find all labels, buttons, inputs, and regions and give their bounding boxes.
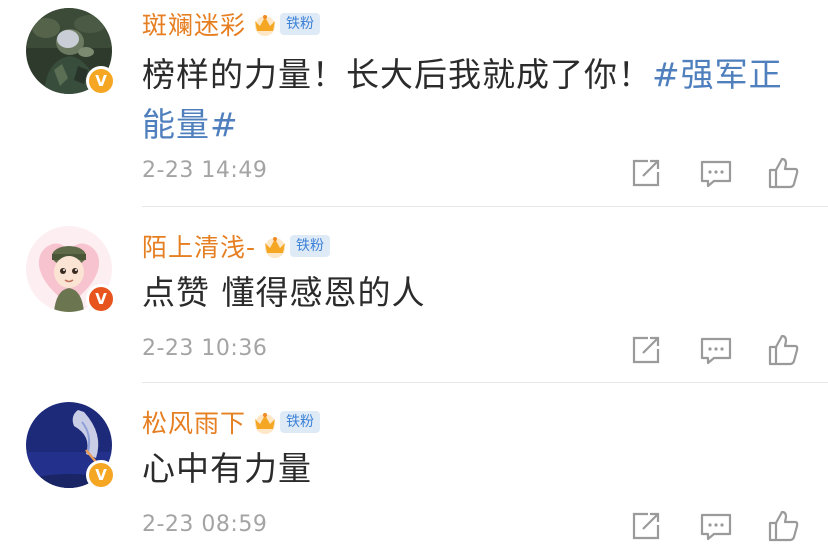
name-row: 斑斓迷彩 铁粉 bbox=[142, 6, 321, 42]
name-row: 陌上清浅- 铁粉 bbox=[142, 228, 331, 264]
like-button[interactable] bbox=[766, 508, 802, 544]
crown-icon bbox=[255, 15, 276, 36]
verified-badge-icon: V bbox=[86, 284, 116, 314]
hashtag-link[interactable]: #强军正 bbox=[652, 55, 783, 94]
comment-button[interactable] bbox=[698, 508, 734, 544]
hashtag-link[interactable]: # bbox=[210, 105, 239, 144]
verified-badge-icon: V bbox=[86, 66, 116, 96]
like-button[interactable] bbox=[766, 155, 802, 191]
timestamp: 2-23 08:59 bbox=[142, 512, 268, 537]
divider bbox=[142, 206, 828, 207]
hashtag-link[interactable]: 能量 bbox=[142, 105, 210, 144]
like-icon bbox=[768, 510, 799, 542]
username[interactable]: 松风雨下 bbox=[142, 404, 246, 440]
comment-text: 榜样的力量！长大后我就成了你！#强军正 能量# bbox=[142, 55, 783, 144]
timestamp: 2-23 14:49 bbox=[142, 158, 268, 183]
action-bar bbox=[628, 332, 808, 368]
avatar[interactable]: V bbox=[26, 8, 116, 96]
comment-icon bbox=[700, 513, 732, 541]
fan-badge: 铁粉 bbox=[290, 235, 331, 257]
share-button[interactable] bbox=[628, 508, 664, 544]
share-icon bbox=[632, 159, 660, 187]
avatar[interactable]: V bbox=[26, 402, 116, 490]
comment-text: 心中有力量 bbox=[142, 449, 312, 488]
share-button[interactable] bbox=[628, 332, 664, 368]
divider bbox=[142, 382, 828, 383]
verified-badge-icon: V bbox=[86, 460, 116, 490]
like-icon bbox=[768, 157, 799, 189]
fan-badge: 铁粉 bbox=[280, 411, 321, 433]
share-icon bbox=[632, 512, 660, 540]
crown-icon bbox=[255, 413, 276, 434]
action-bar bbox=[628, 155, 808, 191]
like-icon bbox=[768, 334, 799, 366]
timestamp: 2-23 10:36 bbox=[142, 336, 268, 361]
action-bar bbox=[628, 508, 808, 544]
share-button[interactable] bbox=[628, 155, 664, 191]
like-button[interactable] bbox=[766, 332, 802, 368]
username[interactable]: 陌上清浅- bbox=[142, 228, 256, 264]
share-icon bbox=[632, 336, 660, 364]
comment-icon bbox=[700, 160, 732, 188]
name-row: 松风雨下 铁粉 bbox=[142, 404, 321, 440]
username[interactable]: 斑斓迷彩 bbox=[142, 6, 246, 42]
comment-icon bbox=[700, 337, 732, 365]
avatar[interactable]: V bbox=[26, 226, 116, 314]
fan-badge: 铁粉 bbox=[280, 13, 321, 35]
comment-text: 点赞 懂得感恩的人 bbox=[142, 273, 426, 312]
comment-button[interactable] bbox=[698, 332, 734, 368]
comment-button[interactable] bbox=[698, 155, 734, 191]
crown-icon bbox=[265, 237, 286, 258]
